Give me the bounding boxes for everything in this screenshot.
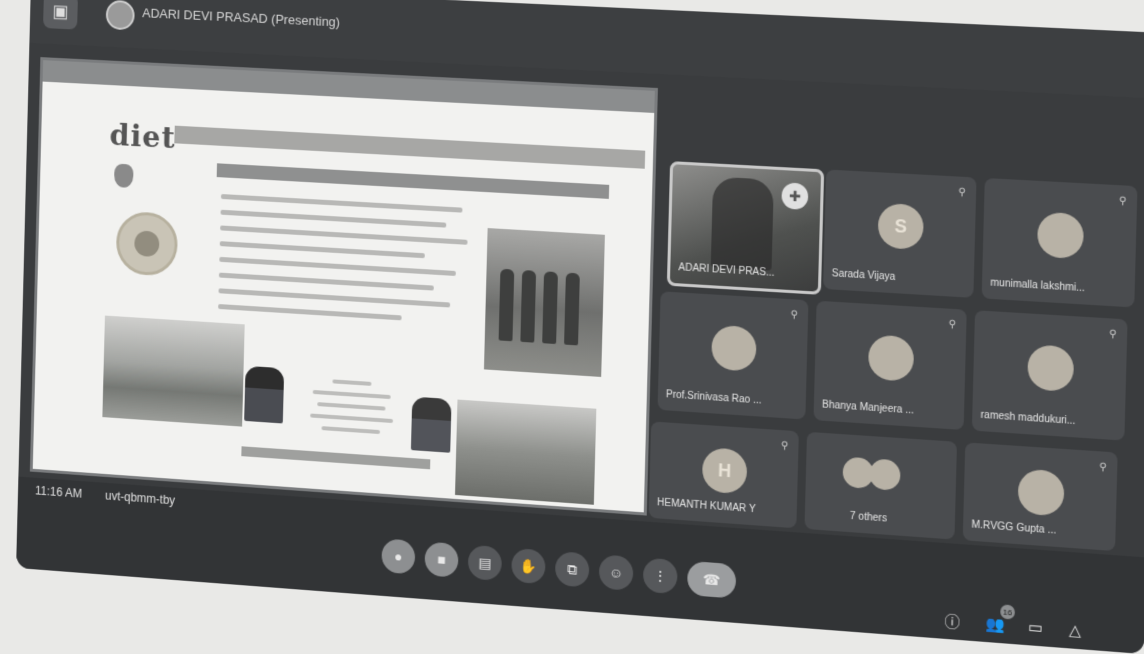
mic-icon: ● xyxy=(393,548,403,565)
info-icon: ⓘ xyxy=(944,612,961,632)
info-button[interactable]: ⓘ xyxy=(940,608,965,634)
camera-icon: ■ xyxy=(437,551,446,568)
participant-video xyxy=(710,176,774,271)
avatar: H xyxy=(701,447,748,495)
participant-name: ramesh maddukuri... xyxy=(980,409,1076,428)
avatar: S xyxy=(877,202,924,251)
mic-off-icon: ⚲ xyxy=(1118,195,1127,208)
people-icon: 👥 xyxy=(985,615,1006,635)
avatar xyxy=(1027,344,1075,393)
emblem-icon xyxy=(113,163,134,189)
slide-caption xyxy=(302,370,401,444)
participant-name: Sarada Vijaya xyxy=(831,268,896,284)
pin-icon[interactable]: ✚ xyxy=(781,182,809,211)
participant-tile[interactable]: ⚲ S Sarada Vijaya xyxy=(823,169,977,298)
mic-off-icon: ⚲ xyxy=(958,186,966,199)
slide-portrait-right xyxy=(410,396,452,453)
participant-name: Bhanya Manjeera ... xyxy=(821,399,915,417)
participant-name: munimalla lakshmi... xyxy=(990,277,1085,295)
participant-tile[interactable]: ⚲ H HEMANTH KUMAR Y xyxy=(648,421,799,529)
chat-button[interactable]: ▭ xyxy=(1023,614,1049,640)
participant-name: Prof.Srinivasa Rao ... xyxy=(665,389,762,407)
participant-name: 7 others xyxy=(849,510,888,525)
seal-logo xyxy=(115,210,179,277)
presenter-title: ADARI DEVI PRASAD (Presenting) xyxy=(142,5,341,30)
avatar xyxy=(1036,211,1085,260)
participant-tile[interactable]: ⚲ ramesh maddukuri... xyxy=(971,310,1128,441)
mic-off-icon: ⚲ xyxy=(948,318,957,331)
mic-off-icon: ⚲ xyxy=(1108,328,1117,341)
others-tile[interactable]: 7 others xyxy=(804,431,958,540)
mic-off-icon: ⚲ xyxy=(780,440,789,452)
slide-field-photo xyxy=(455,399,597,505)
participant-tile[interactable]: ⚲ M.RVGG Gupta ... xyxy=(962,442,1118,552)
activities-icon: △ xyxy=(1068,621,1082,641)
emoji-icon: ☺ xyxy=(608,564,624,582)
activities-button[interactable]: △ xyxy=(1062,617,1088,643)
participant-tile[interactable]: ⚲ munimalla lakshmi... xyxy=(981,177,1138,308)
avatar xyxy=(867,334,915,382)
participant-tile[interactable]: ⚲ Bhanya Manjeera ... xyxy=(813,300,967,431)
slide-logo: diet xyxy=(109,118,177,157)
slide-header-banner xyxy=(174,125,646,169)
slide-small-title xyxy=(137,167,194,170)
slide-group-photo xyxy=(483,228,605,377)
chat-icon: ▭ xyxy=(1027,618,1043,638)
present-icon: ⧉ xyxy=(566,560,578,578)
shared-screen: diet xyxy=(29,57,658,516)
avatar xyxy=(711,324,757,372)
mic-off-icon: ⚲ xyxy=(790,309,799,321)
captions-icon: ▤ xyxy=(478,553,492,571)
leave-call-button[interactable]: ☎ xyxy=(686,560,737,599)
meet-window: ▣ ADARI DEVI PRASAD (Presenting) diet ✚ … xyxy=(16,0,1144,654)
hand-icon: ✋ xyxy=(519,556,538,575)
meet-icon[interactable]: ▣ xyxy=(43,0,78,30)
avatar xyxy=(1017,468,1065,517)
participant-tile[interactable]: ✚ ADARI DEVI PRAS... xyxy=(666,161,825,295)
phone-icon: ☎ xyxy=(702,570,721,588)
participant-name: HEMANTH KUMAR Y xyxy=(656,497,756,516)
slide-portrait-left xyxy=(244,365,285,424)
slide-body-text xyxy=(218,183,485,336)
slide-landscape-photo xyxy=(102,315,245,427)
people-button[interactable]: 👥 xyxy=(983,611,1009,637)
mic-off-icon: ⚲ xyxy=(1098,461,1107,474)
avatar xyxy=(869,458,901,491)
participant-name: M.RVGG Gupta ... xyxy=(971,519,1057,537)
participant-tile[interactable]: ⚲ Prof.Srinivasa Rao ... xyxy=(657,291,809,420)
slide-footer xyxy=(241,446,431,470)
presenter-avatar xyxy=(105,0,135,31)
more-icon: ⋮ xyxy=(652,566,668,584)
